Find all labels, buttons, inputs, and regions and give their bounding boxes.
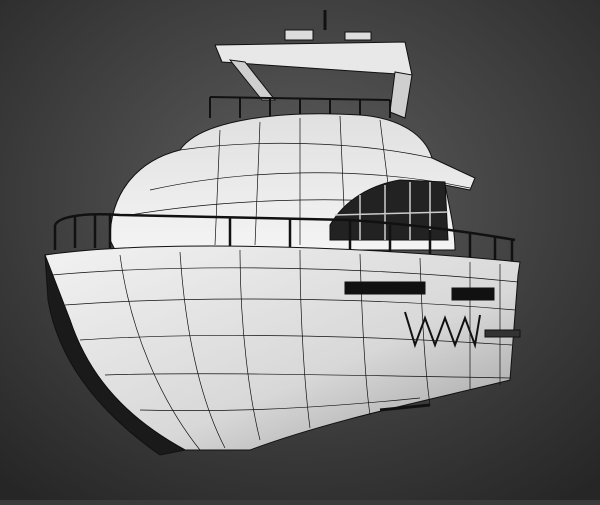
viewport-canvas: [0, 0, 600, 500]
exhaust: [484, 329, 521, 338]
3d-viewport[interactable]: [0, 0, 600, 500]
porthole-left: [344, 281, 426, 295]
porthole-right: [451, 287, 495, 301]
